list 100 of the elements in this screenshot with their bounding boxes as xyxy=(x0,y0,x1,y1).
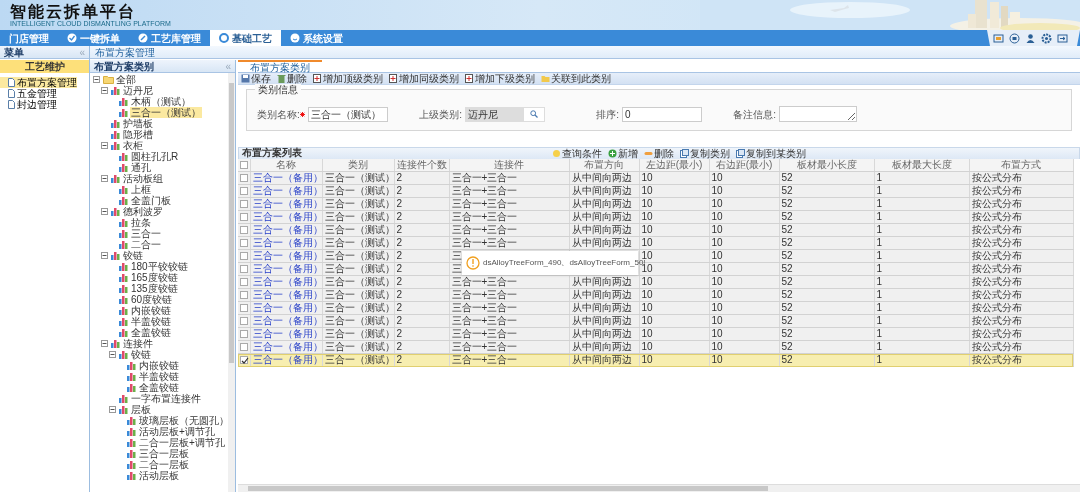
lookup-button[interactable] xyxy=(523,106,545,122)
row-checkbox[interactable] xyxy=(240,187,248,196)
row-checkbox[interactable] xyxy=(240,252,248,261)
collapse-toggle-icon[interactable] xyxy=(101,175,108,182)
name-link[interactable]: 三合一（备用） xyxy=(252,302,321,314)
horizontal-scrollbar[interactable] xyxy=(238,484,1080,492)
tree-item[interactable]: 三合一层板 xyxy=(138,448,190,459)
column-header[interactable]: 板材最小长度 xyxy=(779,159,874,172)
name-link[interactable]: 三合一（备用） xyxy=(252,315,321,327)
name-link[interactable]: 三合一（备用） xyxy=(252,263,321,275)
tree-item[interactable]: 135度铰链 xyxy=(130,283,179,294)
screen-icon[interactable] xyxy=(993,32,1004,44)
tree-item[interactable]: 通孔 xyxy=(130,162,152,173)
nav-tab[interactable]: 一键拆单 xyxy=(58,30,129,46)
column-header[interactable]: 连接件个数 xyxy=(394,159,449,172)
tree-item[interactable]: 连接件 xyxy=(122,338,154,349)
tree-item[interactable]: 木柄（测试） xyxy=(130,96,192,107)
tree-item[interactable]: 全盖铰链 xyxy=(138,382,180,393)
menu-section[interactable]: 工艺维护 xyxy=(0,60,89,73)
tree-item[interactable]: 全部 xyxy=(115,74,137,85)
tree-item[interactable]: 60度铰链 xyxy=(130,294,174,305)
nav-tab[interactable]: 工艺库管理 xyxy=(129,30,210,46)
input-field[interactable]: 三合一（测试） xyxy=(308,106,388,122)
tree-item[interactable]: 内嵌铰链 xyxy=(138,360,180,371)
tree-item[interactable]: 迈丹尼 xyxy=(122,85,154,96)
nav-tab[interactable]: 门店管理 xyxy=(0,30,58,46)
column-header[interactable]: 类别 xyxy=(322,159,394,172)
tree-item[interactable]: 层板 xyxy=(130,404,152,415)
row-checkbox[interactable] xyxy=(240,330,248,339)
menu-item[interactable]: 布置方案管理 xyxy=(0,77,77,88)
toolbar-button[interactable]: 增加下级类别 xyxy=(465,71,535,86)
row-checkbox[interactable] xyxy=(240,304,248,313)
tree-item[interactable]: 铰链 xyxy=(130,349,152,360)
scrollbar[interactable] xyxy=(228,73,235,492)
settings-icon[interactable] xyxy=(1041,32,1052,44)
name-link[interactable]: 三合一（备用） xyxy=(252,198,321,210)
grid-action[interactable]: 查询条件 xyxy=(552,146,602,161)
tree-item[interactable]: 半盖铰链 xyxy=(130,316,172,327)
tree-item[interactable]: 活动板组 xyxy=(122,173,164,184)
tree-item[interactable]: 180平铰铰链 xyxy=(130,261,189,272)
tree-item[interactable]: 全盖铰链 xyxy=(130,327,172,338)
name-link[interactable]: 三合一（备用） xyxy=(252,237,321,249)
tree-item[interactable]: 圆柱孔孔R xyxy=(130,151,180,162)
row-checkbox[interactable] xyxy=(240,200,248,209)
row-checkbox[interactable] xyxy=(240,356,248,365)
row-checkbox[interactable] xyxy=(240,278,248,287)
row-checkbox[interactable] xyxy=(240,291,248,300)
content-tab[interactable]: 布置方案类别 xyxy=(238,60,322,72)
row-checkbox[interactable] xyxy=(240,343,248,352)
tree-item[interactable]: 上框 xyxy=(130,184,152,195)
name-link[interactable]: 三合一（备用） xyxy=(252,211,321,223)
toolbar-button[interactable]: 增加同级类别 xyxy=(389,71,459,86)
collapse-toggle-icon[interactable] xyxy=(101,252,108,259)
row-checkbox[interactable] xyxy=(240,213,248,222)
column-header[interactable]: 板材最大长度 xyxy=(874,159,969,172)
select-all-checkbox[interactable] xyxy=(240,161,248,170)
tree-item[interactable]: 三合一 xyxy=(130,228,162,239)
collapse-toggle-icon[interactable] xyxy=(93,76,100,83)
tree-item[interactable]: 半盖铰链 xyxy=(138,371,180,382)
name-link[interactable]: 三合一（备用） xyxy=(252,341,321,353)
tree-item[interactable]: 二合一 xyxy=(130,239,162,250)
row-checkbox[interactable] xyxy=(240,317,248,326)
row-checkbox[interactable] xyxy=(240,265,248,274)
column-header[interactable]: 右边距(最小) xyxy=(709,159,779,172)
column-header[interactable]: 布置方式 xyxy=(969,159,1073,172)
row-checkbox[interactable] xyxy=(240,174,248,183)
tree-item[interactable]: 德利波罗 xyxy=(122,206,164,217)
tree-item[interactable]: 165度铰链 xyxy=(130,272,179,283)
name-link[interactable]: 三合一（备用） xyxy=(252,185,321,197)
toolbar-button[interactable]: 增加顶级类别 xyxy=(313,71,383,86)
collapse-toggle-icon[interactable] xyxy=(109,351,116,358)
tree-item[interactable]: 二合一层板+调节孔 xyxy=(138,437,226,448)
name-link[interactable]: 三合一（备用） xyxy=(252,354,321,366)
grid-action[interactable]: 删除 xyxy=(644,146,674,161)
toolbar-button[interactable]: 关联到此类别 xyxy=(541,71,611,86)
name-link[interactable]: 三合一（备用） xyxy=(252,289,321,301)
exit-icon[interactable] xyxy=(1057,32,1068,44)
name-link[interactable]: 三合一（备用） xyxy=(252,276,321,288)
menu-item[interactable]: 封边管理 xyxy=(0,99,57,110)
collapse-toggle-icon[interactable] xyxy=(101,208,108,215)
tree-item[interactable]: 活动层板+调节孔 xyxy=(138,426,216,437)
row-checkbox[interactable] xyxy=(240,226,248,235)
menu-item[interactable]: 五金管理 xyxy=(0,88,57,99)
name-link[interactable]: 三合一（备用） xyxy=(252,224,321,236)
collapse-toggle-icon[interactable] xyxy=(101,142,108,149)
tree-item[interactable]: 拉条 xyxy=(130,217,152,228)
tree-item[interactable]: 隐形槽 xyxy=(122,129,154,140)
nav-tab[interactable]: 系统设置 xyxy=(281,30,352,46)
tree-item[interactable]: 内嵌铰链 xyxy=(130,305,172,316)
collapse-toggle-icon[interactable] xyxy=(101,340,108,347)
tree-item[interactable]: 二合一层板 xyxy=(138,459,190,470)
user-icon[interactable] xyxy=(1025,32,1036,44)
tree-item[interactable]: 铰链 xyxy=(122,250,144,261)
name-link[interactable]: 三合一（备用） xyxy=(252,250,321,262)
tree-item[interactable]: 全盖门板 xyxy=(130,195,172,206)
column-header[interactable]: 名称 xyxy=(250,159,322,172)
column-header[interactable]: 连接件 xyxy=(449,159,569,172)
tree-item[interactable]: 一字布置连接件 xyxy=(130,393,202,404)
collapse-toggle-icon[interactable] xyxy=(101,87,108,94)
name-link[interactable]: 三合一（备用） xyxy=(252,328,321,340)
